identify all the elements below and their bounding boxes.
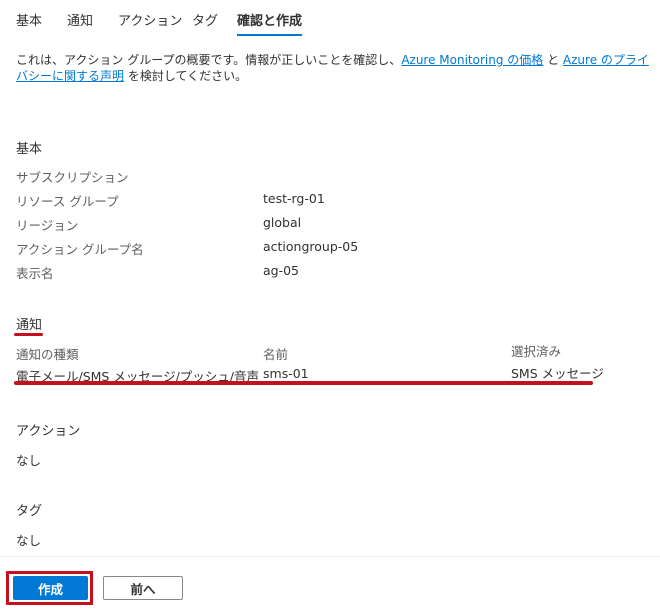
intro-text-middle: と <box>543 53 563 67</box>
action-group-name-label: アクション グループ名 <box>16 242 144 257</box>
active-tab-indicator <box>237 34 302 36</box>
footer-divider <box>0 556 660 557</box>
create-button[interactable]: 作成 <box>13 576 88 600</box>
resource-group-value: test-rg-01 <box>263 191 325 206</box>
tags-value: なし <box>16 533 42 548</box>
tab-notifications[interactable]: 通知 <box>67 10 93 29</box>
row-highlight-mark <box>14 381 593 385</box>
notification-selected-header: 選択済み <box>511 344 562 359</box>
notification-selected-value: SMS メッセージ <box>511 366 604 381</box>
intro-text-before: これは、アクション グループの概要です。情報が正しいことを確認し、 <box>16 53 402 67</box>
display-name-label: 表示名 <box>16 266 54 281</box>
tab-actions[interactable]: アクション <box>118 10 182 29</box>
notifications-section-title: 通知 <box>16 318 43 333</box>
notification-type-header: 通知の種類 <box>16 347 79 362</box>
tags-section-title: タグ <box>16 504 43 519</box>
region-value: global <box>263 215 302 230</box>
notification-name-header: 名前 <box>263 347 289 362</box>
subscription-label: サブスクリプション <box>16 170 129 185</box>
tab-tags[interactable]: タグ <box>192 10 218 29</box>
tab-basics[interactable]: 基本 <box>16 10 42 29</box>
notification-name-value: sms-01 <box>263 366 309 381</box>
actions-value: なし <box>16 453 42 468</box>
intro-text: これは、アクション グループの概要です。情報が正しいことを確認し、Azure M… <box>16 52 656 84</box>
intro-text-after: を検討してください。 <box>124 69 248 83</box>
pricing-link[interactable]: Azure Monitoring の価格 <box>401 53 543 67</box>
title-highlight-mark <box>14 333 43 336</box>
actions-section-title: アクション <box>16 424 81 439</box>
previous-button[interactable]: 前へ <box>103 576 183 600</box>
tab-review-create[interactable]: 確認と作成 <box>237 10 302 29</box>
region-label: リージョン <box>16 218 79 233</box>
display-name-value: ag-05 <box>263 263 300 278</box>
wizard-tabs: 基本 通知 アクション タグ 確認と作成 <box>0 0 660 36</box>
basics-section-title: 基本 <box>16 142 43 157</box>
resource-group-label: リソース グループ <box>16 194 119 209</box>
action-group-name-value: actiongroup-05 <box>263 239 359 254</box>
